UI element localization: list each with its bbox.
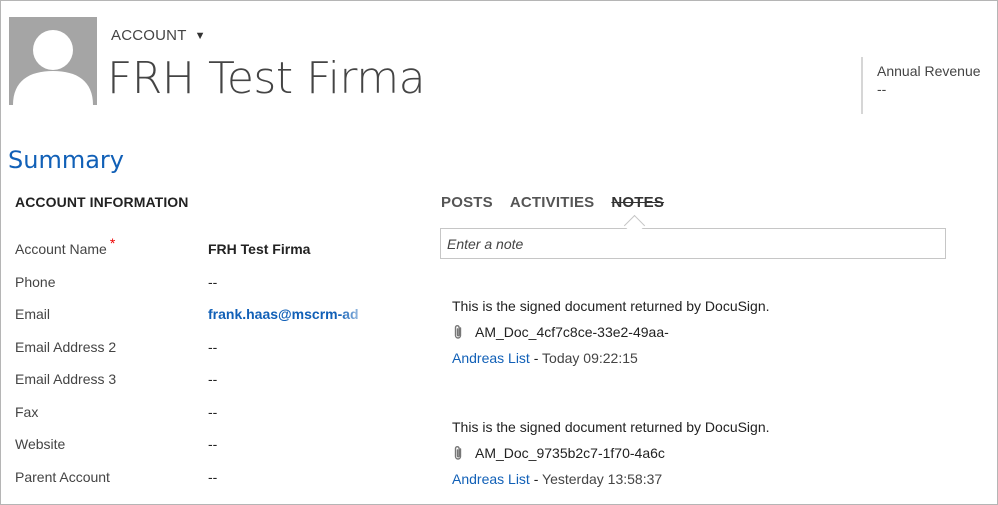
note-item: This is the signed document returned by … <box>452 419 912 487</box>
field-email-address-3: Email Address 3 -- <box>15 368 395 401</box>
note-input[interactable] <box>440 228 946 259</box>
header-field-label: Annual Revenue <box>877 63 981 79</box>
summary-tab-title[interactable]: Summary <box>8 146 124 174</box>
attachment-filename[interactable]: AM_Doc_9735b2c7-1f70-4a6c <box>475 445 725 461</box>
field-account-name: Account Name * FRH Test Firma <box>15 235 395 271</box>
record-title: FRH Test Firma <box>107 53 426 104</box>
field-value[interactable]: -- <box>208 371 217 387</box>
field-value[interactable]: -- <box>208 436 217 452</box>
note-attachment[interactable]: AM_Doc_9735b2c7-1f70-4a6c <box>452 445 912 461</box>
field-value[interactable]: -- <box>208 469 217 485</box>
field-label: Parent Account <box>15 468 110 485</box>
note-separator: - <box>529 471 543 487</box>
field-label: Email <box>15 306 51 322</box>
note-author-link[interactable]: Andreas List <box>452 350 530 366</box>
header-field-annual-revenue: Annual Revenue -- <box>861 57 997 114</box>
note-timestamp: Today 09:22:15 <box>542 350 638 366</box>
field-parent-account: Parent Account -- <box>15 466 395 499</box>
person-icon <box>13 30 93 105</box>
field-label: Account Name * <box>15 235 116 257</box>
account-form: ACCOUNT ▼ FRH Test Firma Annual Revenue … <box>0 0 998 505</box>
tab-notes[interactable]: NOTES <box>611 194 664 211</box>
entity-type-selector[interactable]: ACCOUNT ▼ <box>111 27 206 44</box>
note-text: This is the signed document returned by … <box>452 419 770 435</box>
note-attachment[interactable]: AM_Doc_4cf7c8ce-33e2-49aa- <box>452 324 912 340</box>
paperclip-icon <box>454 325 462 339</box>
account-fields: Account Name * FRH Test Firma Phone -- Em… <box>15 235 395 499</box>
note-timestamp: Yesterday 13:58:37 <box>542 471 663 487</box>
field-label: Email Address 2 <box>15 338 117 355</box>
paperclip-icon <box>454 446 462 460</box>
required-icon: * <box>109 235 116 251</box>
field-label: Phone <box>15 273 56 290</box>
note-separator: - <box>529 350 543 366</box>
field-website: Website -- <box>15 433 395 466</box>
field-label: Fax <box>15 403 39 420</box>
field-value[interactable]: -- <box>208 339 217 355</box>
field-label: Email Address 3 <box>15 371 117 387</box>
email-link[interactable]: frank.haas@mscrm-ad <box>208 306 373 322</box>
header-field-value[interactable]: -- <box>877 81 997 97</box>
field-value[interactable]: -- <box>208 274 217 290</box>
field-value[interactable]: -- <box>208 404 217 420</box>
note-text: This is the signed document returned by … <box>452 298 770 314</box>
field-label: Website <box>15 436 66 452</box>
attachment-filename[interactable]: AM_Doc_4cf7c8ce-33e2-49aa- <box>475 324 725 340</box>
field-value[interactable]: FRH Test Firma <box>208 241 310 257</box>
social-pane-tabs: POSTS ACTIVITIES NOTES <box>441 194 664 211</box>
avatar[interactable] <box>9 17 97 105</box>
field-fax: Fax -- <box>15 401 395 434</box>
account-information-heading: ACCOUNT INFORMATION <box>15 194 189 210</box>
field-email-address-2: Email Address 2 -- <box>15 336 395 369</box>
caret-down-icon: ▼ <box>194 29 206 42</box>
note-author-link[interactable]: Andreas List <box>452 471 530 487</box>
tab-posts[interactable]: POSTS <box>441 194 493 211</box>
field-email: Email frank.haas@mscrm-ad <box>15 303 395 336</box>
note-meta: Andreas List - Yesterday 13:58:37 <box>452 471 912 487</box>
field-phone: Phone -- <box>15 271 395 304</box>
tab-activities[interactable]: ACTIVITIES <box>510 194 595 211</box>
entity-type-label: ACCOUNT <box>111 27 187 44</box>
note-item: This is the signed document returned by … <box>452 298 912 366</box>
note-meta: Andreas List - Today 09:22:15 <box>452 350 912 366</box>
